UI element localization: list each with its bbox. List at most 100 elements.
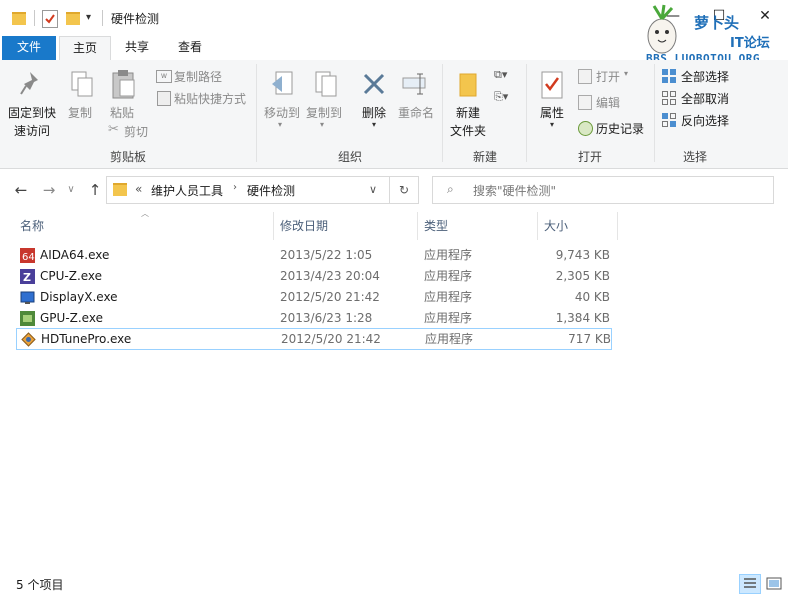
search-placeholder: 搜索"硬件检测" — [473, 184, 557, 198]
chevron-down-icon: ▾ — [372, 120, 377, 129]
file-row[interactable]: 64 AIDA64.exe 2013/5/22 1:05 应用程序 9,743 … — [16, 245, 612, 266]
move-to-label: 移动到 — [264, 106, 301, 120]
select-all-label: 全部选择 — [681, 70, 730, 84]
new-item-icon: ⧉▾ — [494, 68, 508, 81]
file-row[interactable]: DisplayX.exe 2012/5/20 21:42 应用程序 40 KB — [16, 287, 612, 308]
rename-button[interactable]: 重命名 — [396, 66, 436, 126]
paste-button[interactable]: 粘贴 — [106, 66, 142, 126]
column-divider[interactable] — [617, 212, 618, 240]
address-bar[interactable]: « 维护人员工具 › 硬件检测 ∨ — [106, 176, 390, 204]
chevron-down-icon: ▾ — [550, 120, 555, 129]
breadcrumb-parent[interactable]: 维护人员工具 — [151, 182, 223, 199]
tab-file[interactable]: 文件 — [2, 36, 56, 60]
refresh-button[interactable]: ↻ — [390, 176, 419, 204]
column-divider[interactable] — [417, 212, 418, 240]
open-icon — [578, 69, 592, 84]
chevron-down-icon: ▾ — [320, 120, 325, 129]
open-button[interactable]: 打开 ▾ — [578, 68, 638, 84]
recent-locations-button[interactable]: ∨ — [62, 184, 80, 195]
file-row[interactable]: HDTunePro.exe 2012/5/20 21:42 应用程序 717 K… — [16, 328, 612, 350]
large-icons-view-button[interactable] — [763, 574, 785, 594]
paste-icon — [112, 70, 135, 99]
file-type: 应用程序 — [424, 269, 473, 283]
column-header-date[interactable]: 修改日期 — [280, 216, 328, 238]
file-size: 9,743 KB — [555, 248, 610, 262]
column-divider[interactable] — [273, 212, 274, 240]
customize-quick-access-icon[interactable]: ▾ — [86, 12, 91, 23]
history-icon — [578, 121, 593, 136]
invert-selection-label: 反向选择 — [681, 114, 730, 128]
ribbon-tabs: 文件 主页 共享 查看 — [0, 36, 788, 61]
select-all-button[interactable]: 全部选择 — [662, 68, 738, 84]
tab-view[interactable]: 查看 — [165, 36, 215, 60]
chevron-down-icon: ▾ — [278, 120, 283, 129]
hdtune-icon — [21, 332, 36, 347]
breadcrumb-current[interactable]: 硬件检测 — [247, 182, 295, 199]
new-folder-icon — [459, 73, 477, 97]
paste-shortcut-icon — [157, 91, 171, 106]
folder-icon — [113, 183, 127, 196]
breadcrumb-overflow[interactable]: « — [135, 182, 142, 196]
details-view-button[interactable] — [739, 574, 761, 594]
copy-button[interactable]: 复制 — [64, 66, 100, 126]
new-folder-button[interactable]: 新建 文件夹 — [448, 66, 492, 142]
address-history-dropdown[interactable]: ∨ — [369, 183, 377, 196]
watermark-brand: 萝卜头 — [694, 14, 740, 32]
back-button[interactable]: ← — [12, 181, 30, 199]
divider — [34, 10, 35, 26]
new-folder-label-line2: 文件夹 — [450, 124, 487, 138]
column-header-size[interactable]: 大小 — [544, 216, 568, 238]
select-all-icon — [662, 69, 676, 83]
edit-button[interactable]: 编辑 — [578, 94, 638, 110]
properties-button[interactable]: 属性 ▾ — [532, 66, 572, 132]
breadcrumb-separator-icon[interactable]: › — [233, 182, 237, 193]
cut-button[interactable]: ✂ 剪切 — [108, 122, 158, 140]
file-date: 2012/5/20 21:42 — [281, 332, 381, 346]
select-none-button[interactable]: 全部取消 — [662, 90, 738, 106]
pin-quick-access-button[interactable]: 固定到快 速访问 — [6, 66, 58, 144]
paste-shortcut-button[interactable]: 粘贴快捷方式 — [156, 90, 252, 106]
invert-selection-button[interactable]: 反向选择 — [662, 112, 738, 128]
column-divider[interactable] — [537, 212, 538, 240]
divider — [102, 10, 103, 26]
cut-label: 剪切 — [124, 125, 149, 139]
file-row[interactable]: Z CPU-Z.exe 2013/4/23 20:04 应用程序 2,305 K… — [16, 266, 612, 287]
file-date: 2013/5/22 1:05 — [280, 248, 373, 262]
open-group-label: 打开 — [577, 150, 602, 164]
file-name: GPU-Z.exe — [40, 311, 103, 325]
pin-icon — [20, 72, 38, 95]
file-name: CPU-Z.exe — [40, 269, 103, 283]
delete-button[interactable]: 删除 ▾ — [356, 66, 392, 132]
file-type: 应用程序 — [424, 290, 473, 304]
properties-quick-icon[interactable] — [42, 10, 58, 28]
copy-path-button[interactable]: W 复制路径 — [156, 68, 246, 84]
file-row[interactable]: GPU-Z.exe 2013/6/23 1:28 应用程序 1,384 KB — [16, 308, 612, 329]
new-item-button[interactable]: ⧉▾ — [494, 68, 518, 84]
file-date: 2013/6/23 1:28 — [280, 311, 373, 325]
group-divider — [442, 64, 443, 162]
easy-access-button[interactable]: ⎘▾ — [494, 90, 518, 106]
rename-label: 重命名 — [398, 106, 435, 120]
new-folder-quick-icon[interactable] — [66, 12, 80, 25]
svg-text:64: 64 — [22, 252, 35, 263]
item-count: 5 个项目 — [16, 578, 64, 592]
column-header-type[interactable]: 类型 — [424, 216, 448, 238]
up-button[interactable]: ↑ — [86, 181, 104, 199]
file-size: 717 KB — [568, 332, 611, 346]
file-type: 应用程序 — [424, 311, 473, 325]
file-type: 应用程序 — [425, 332, 474, 346]
paste-shortcut-label: 粘贴快捷方式 — [174, 92, 247, 106]
history-button[interactable]: 历史记录 — [578, 120, 650, 136]
refresh-icon: ↻ — [398, 183, 410, 197]
copy-to-button[interactable]: 复制到 ▾ — [304, 66, 344, 132]
forward-button[interactable]: → — [40, 181, 58, 199]
move-to-button[interactable]: 移动到 ▾ — [262, 66, 302, 132]
tab-share[interactable]: 共享 — [112, 36, 162, 60]
tab-home[interactable]: 主页 — [59, 36, 111, 61]
column-header-name[interactable]: 名称 — [20, 216, 44, 238]
file-date: 2012/5/20 21:42 — [280, 290, 380, 304]
clipboard-group-label: 剪贴板 — [109, 150, 146, 164]
search-box[interactable]: ⌕ 搜索"硬件检测" — [432, 176, 774, 204]
cpuz-icon: Z — [20, 269, 35, 284]
pin-label-line1: 固定到快 — [8, 106, 57, 120]
